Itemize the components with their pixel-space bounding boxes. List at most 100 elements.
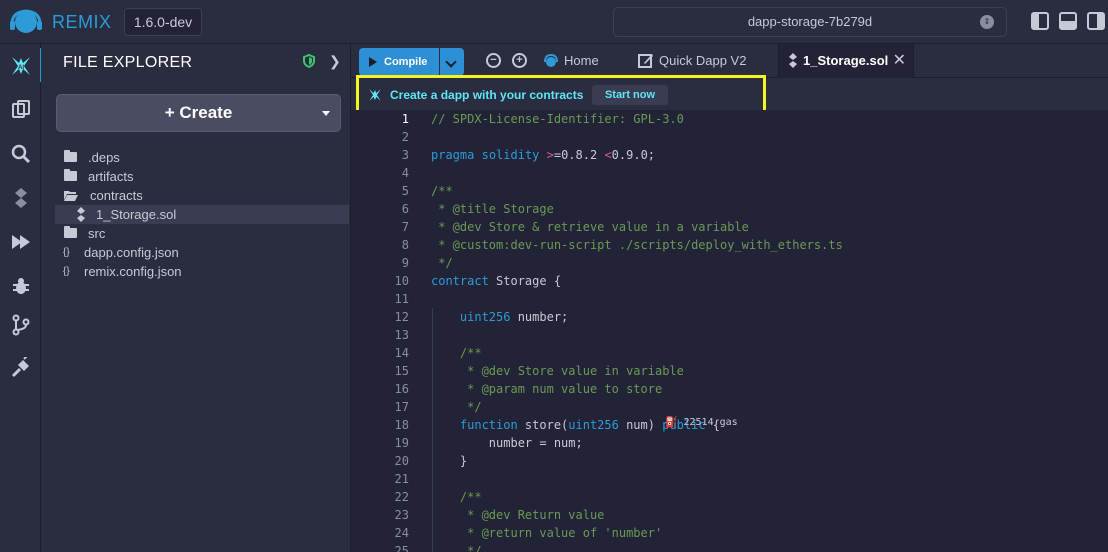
code-line[interactable]: * @title Storage	[431, 200, 1101, 218]
code-token: * @param num value to store	[431, 382, 663, 396]
code-line[interactable]: pragma solidity >=0.8.2 <0.9.0;	[431, 146, 1101, 164]
deploy-run-icon[interactable]	[0, 227, 41, 257]
toggle-bottom-panel-icon[interactable]	[1059, 12, 1077, 30]
code-line[interactable]: }	[431, 452, 1101, 470]
code-token: * @title Storage	[431, 202, 554, 216]
line-number: 12	[394, 310, 409, 324]
code-line[interactable]: * @custom:dev-run-script ./scripts/deplo…	[431, 236, 1101, 254]
folder-open-icon	[64, 191, 78, 201]
compile-button[interactable]: Compile	[359, 48, 439, 76]
code-line[interactable]: /**	[431, 488, 1101, 506]
code-line[interactable]: * @dev Store value in variable	[431, 362, 1101, 380]
quick-dapp-banner: Create a dapp with your contracts Start …	[356, 75, 766, 113]
tree-item-contracts[interactable]: contracts	[41, 186, 351, 205]
line-number: 21	[394, 472, 409, 486]
version-select[interactable]: 1.6.0-dev	[124, 8, 202, 36]
tab-storage-sol[interactable]: 1_Storage.sol ✕	[778, 44, 914, 78]
compile-dropdown-button[interactable]	[440, 48, 464, 76]
ai-assistant-icon[interactable]: AI	[0, 51, 41, 81]
select-arrows-icon: ⇕	[980, 15, 994, 29]
code-line[interactable]: function store(uint256 num) public {	[431, 416, 1101, 434]
quick-dapp-icon	[369, 89, 381, 101]
chevron-right-icon[interactable]: ❯	[329, 53, 341, 70]
code-line[interactable]: */	[431, 398, 1101, 416]
top-bar: REMIX 1.6.0-dev dapp-storage-7b279d ⇕	[0, 0, 1108, 44]
tree-item-dapp-config[interactable]: {} dapp.config.json	[41, 243, 351, 262]
tab-home[interactable]: Home	[541, 44, 637, 78]
code-token: * @dev Store & retrieve value in a varia…	[431, 220, 749, 234]
code-line[interactable]: // SPDX-License-Identifier: GPL-3.0	[431, 110, 1101, 128]
debugger-icon[interactable]	[0, 271, 41, 301]
code-line[interactable]	[431, 326, 1101, 344]
zoom-in-icon[interactable]: +	[512, 53, 527, 68]
shield-icon[interactable]	[303, 54, 315, 68]
tree-item-src[interactable]: src	[41, 224, 351, 243]
svg-text:AI: AI	[18, 65, 24, 71]
search-icon[interactable]	[0, 139, 41, 169]
line-number: 6	[401, 202, 409, 216]
create-button[interactable]: + Create	[56, 94, 341, 132]
toggle-left-panel-icon[interactable]	[1031, 12, 1049, 30]
code-line[interactable]	[431, 290, 1101, 308]
start-now-button[interactable]: Start now	[592, 85, 668, 105]
code-token: // SPDX-License-Identifier: GPL-3.0	[431, 112, 684, 126]
code-area[interactable]: // SPDX-License-Identifier: GPL-3.0 pragm…	[431, 110, 1101, 552]
workspace-select[interactable]: dapp-storage-7b279d ⇕	[613, 7, 1007, 37]
line-number: 15	[394, 364, 409, 378]
line-number: 13	[394, 328, 409, 342]
edit-icon	[638, 54, 653, 68]
tree-item-artifacts[interactable]: artifacts	[41, 167, 351, 186]
file-explorer-icon[interactable]	[0, 94, 41, 124]
code-line[interactable]: */	[431, 542, 1101, 552]
zoom-out-icon[interactable]: −	[486, 53, 501, 68]
code-editor[interactable]: 1 2 3 4 5 6 7 8 9 10 11 12 13 14 15 16 17 18 19 20 21 22 23 24 2…	[351, 110, 1108, 552]
plugin-manager-icon[interactable]	[0, 353, 41, 383]
line-number: 9	[401, 256, 409, 270]
tree-item-storage-sol[interactable]: 1_Storage.sol	[55, 205, 349, 224]
line-number: 18	[394, 418, 409, 432]
code-token: */	[431, 400, 482, 414]
code-token: pragma	[431, 148, 475, 162]
caret-down-icon[interactable]	[322, 111, 330, 116]
code-line[interactable]: * @param num value to store	[431, 380, 1101, 398]
line-number: 20	[394, 454, 409, 468]
code-line[interactable]: * @return value of 'number'	[431, 524, 1101, 542]
toggle-right-panel-icon[interactable]	[1087, 12, 1105, 30]
tree-item-label: .deps	[88, 150, 120, 165]
code-line[interactable]	[431, 470, 1101, 488]
home-remix-icon	[544, 53, 558, 67]
code-token: uint256	[568, 418, 619, 432]
tree-item-label: dapp.config.json	[84, 245, 179, 260]
line-number: 14	[394, 346, 409, 360]
code-token: */	[431, 544, 482, 552]
line-number: 3	[401, 148, 409, 162]
banner-text: Create a dapp with your contracts	[390, 88, 584, 102]
code-line[interactable]: * @dev Return value	[431, 506, 1101, 524]
remix-logo-icon[interactable]	[9, 7, 43, 37]
json-file-icon: {}	[63, 266, 70, 277]
code-token: <	[604, 148, 612, 162]
close-tab-icon[interactable]: ✕	[893, 44, 906, 78]
git-icon[interactable]	[0, 310, 41, 340]
gas-label: 22514 gas	[683, 417, 738, 428]
line-number: 22	[394, 490, 409, 504]
plus-icon: +	[164, 103, 180, 122]
code-line[interactable]: number = num;	[431, 434, 1101, 452]
tree-item-remix-config[interactable]: {} remix.config.json	[41, 262, 351, 281]
code-token: * @dev Store value in variable	[431, 364, 684, 378]
tab-label: 1_Storage.sol	[803, 53, 889, 68]
code-line[interactable]	[431, 128, 1101, 146]
line-number: 19	[394, 436, 409, 450]
code-line[interactable]: * @dev Store & retrieve value in a varia…	[431, 218, 1101, 236]
code-line[interactable]: contract Storage {	[431, 272, 1101, 290]
tree-item-deps[interactable]: .deps	[41, 148, 351, 167]
code-line[interactable]: */	[431, 254, 1101, 272]
code-line[interactable]: uint256 number;	[431, 308, 1101, 326]
code-line[interactable]: /**	[431, 344, 1101, 362]
tab-quick-dapp[interactable]: Quick Dapp V2	[636, 44, 776, 78]
solidity-compiler-icon[interactable]	[0, 183, 41, 213]
code-line[interactable]: /**	[431, 182, 1101, 200]
code-line[interactable]	[431, 164, 1101, 182]
line-number: 25	[394, 544, 409, 552]
